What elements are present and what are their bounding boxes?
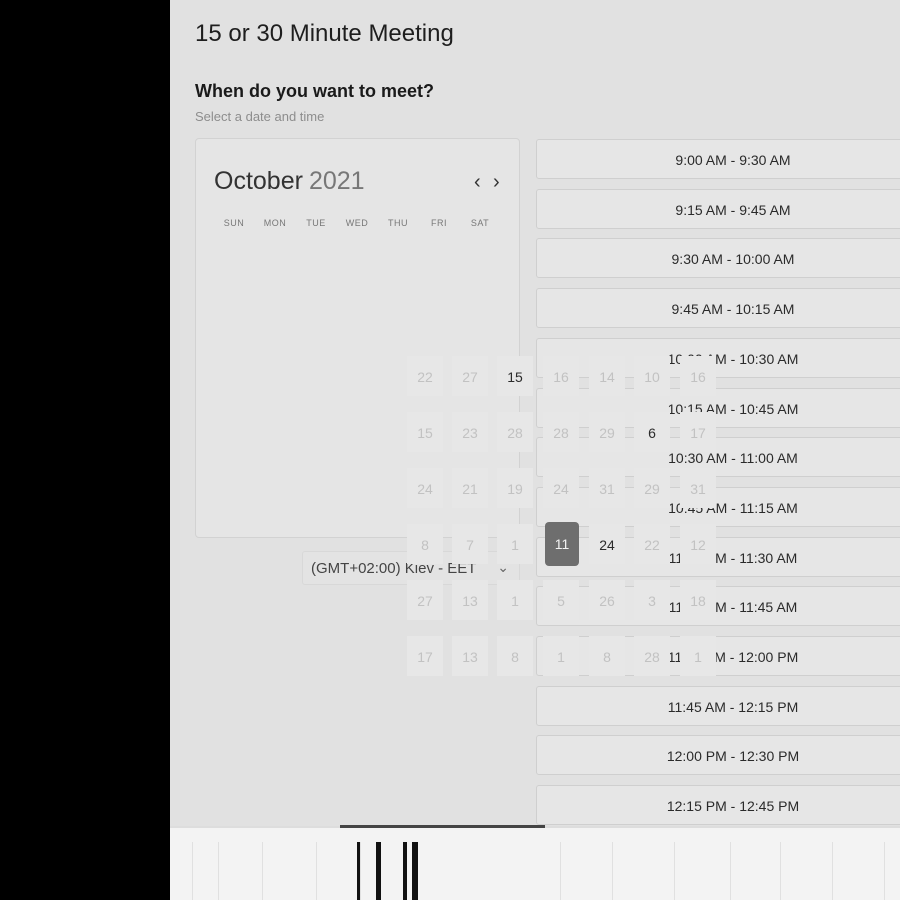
time-slot-label: 9:45 AM - 10:15 AM: [671, 301, 795, 318]
calendar-day-number: 8: [421, 537, 429, 553]
weekday-label: FRI: [431, 218, 447, 228]
selected-day[interactable]: 11: [545, 522, 579, 566]
calendar-day-number: 22: [417, 369, 433, 385]
section-heading: When do you want to meet?: [195, 81, 434, 101]
calendar-day-number: 13: [462, 593, 478, 609]
calendar-day-number: 8: [511, 649, 519, 665]
month-label: October 2021: [214, 167, 365, 196]
calendar-day-number: 1: [694, 649, 702, 665]
calendar-day-number: 14: [599, 369, 615, 385]
calendar-day-number: 17: [417, 649, 433, 665]
calendar-day-number: 1: [511, 593, 519, 609]
helper-text: Select a date and time: [195, 109, 325, 124]
time-slot-label: 9:15 AM - 9:45 AM: [675, 201, 791, 218]
calendar-day-number: 15: [507, 369, 523, 385]
calendar-day-number: 17: [690, 425, 706, 441]
footer-bar: [170, 825, 900, 900]
time-slot-label: 10:30 AM - 11:00 AM: [668, 450, 798, 467]
time-slot-button[interactable]: 12:15 PM - 12:45 PM: [536, 785, 900, 826]
calendar-day-number: 5: [557, 593, 565, 609]
calendar-day-number: 28: [644, 649, 660, 665]
scrollbar-mark: [412, 842, 418, 900]
time-slot-button[interactable]: 11:45 AM - 12:15 PM: [536, 685, 900, 726]
scrollbar-mark: [357, 842, 360, 900]
calendar-day-number: 16: [690, 369, 706, 385]
calendar-day-number: 24: [417, 481, 433, 497]
calendar-day-number: 24: [553, 481, 569, 497]
calendar-day-number: 15: [417, 425, 433, 441]
calendar-day-number: 16: [553, 369, 569, 385]
scheduler-panel: 15 or 30 Minute Meeting When do you want…: [170, 0, 900, 900]
calendar-day-number: 22: [644, 537, 660, 553]
calendar-day-number: 27: [417, 593, 433, 609]
progress-accent: [340, 825, 545, 828]
calendar-day-number: 18: [690, 593, 706, 609]
time-slot-button[interactable]: 9:30 AM - 10:00 AM: [536, 238, 900, 279]
calendar-day-number: 24: [599, 537, 615, 553]
year-label: 2021: [308, 167, 365, 195]
month-name: October: [214, 167, 303, 195]
calendar-day-number: 1: [557, 649, 565, 665]
time-slot-label: 11:45 AM - 12:15 PM: [667, 698, 799, 715]
weekday-label: SUN: [223, 218, 245, 228]
calendar-day-number: 19: [507, 481, 523, 497]
calendar-day-number: 29: [644, 481, 660, 497]
weekday-label: MON: [263, 218, 287, 228]
calendar-day-number: 21: [462, 481, 478, 497]
chevron-right-icon[interactable]: ›: [493, 171, 500, 194]
scrollbar-mark: [376, 842, 381, 900]
time-slot-button[interactable]: 9:00 AM - 9:30 AM: [536, 139, 900, 179]
weekday-label: SAT: [470, 218, 490, 228]
calendar-day-number: 13: [462, 649, 478, 665]
time-slot-button[interactable]: 9:45 AM - 10:15 AM: [536, 288, 900, 329]
time-slot-label: 9:00 AM - 9:30 AM: [675, 152, 791, 168]
time-slot-button[interactable]: 9:15 AM - 9:45 AM: [536, 188, 900, 229]
time-slot-label: 12:15 PM - 12:45 PM: [666, 798, 800, 815]
time-slot-label: 12:00 PM - 12:30 PM: [666, 748, 800, 765]
calendar-day-number: 23: [462, 425, 478, 441]
calendar-day-number: 26: [599, 593, 615, 609]
chevron-left-icon[interactable]: ‹: [474, 171, 481, 194]
calendar-day-number: 31: [599, 481, 615, 497]
calendar-day-number: 12: [690, 537, 706, 553]
calendar-day-number: 6: [648, 425, 656, 441]
calendar-day-number: 3: [648, 593, 656, 609]
calendar-day-number: 28: [507, 425, 523, 441]
calendar-day-number: 7: [466, 537, 474, 553]
calendar-day-number: 28: [553, 425, 569, 441]
weekday-label: THU: [388, 218, 408, 228]
calendar-day-number: 31: [690, 481, 706, 497]
weekday-label: WED: [345, 218, 369, 228]
calendar-day-number: 10: [644, 369, 660, 385]
time-slot-label: 9:30 AM - 10:00 AM: [671, 251, 795, 268]
time-slot-button[interactable]: 12:00 PM - 12:30 PM: [536, 735, 900, 776]
calendar-day-number: 8: [603, 649, 611, 665]
calendar-day-number: 1: [511, 537, 519, 553]
weekday-label: TUE: [306, 218, 326, 228]
calendar-day-number: 29: [599, 425, 615, 441]
page-title: 15 or 30 Minute Meeting: [195, 20, 454, 47]
calendar-day-number: 27: [462, 369, 478, 385]
scrollbar-mark: [403, 842, 407, 900]
